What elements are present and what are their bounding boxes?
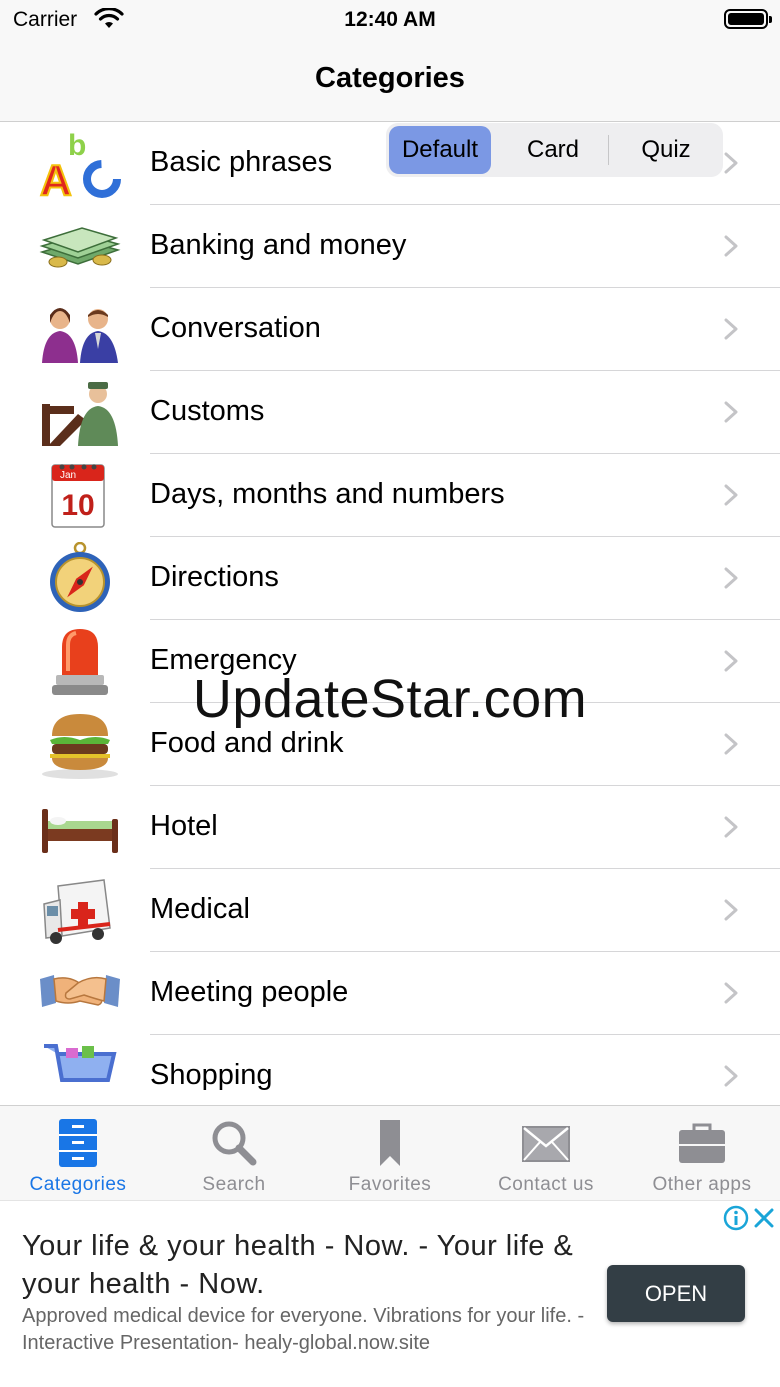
- category-row-food-and-drink[interactable]: Food and drink: [0, 703, 780, 786]
- category-label: Food and drink: [150, 727, 344, 759]
- chevron-right-icon: [724, 152, 738, 174]
- tab-other-apps[interactable]: Other apps: [624, 1106, 780, 1201]
- ad-banner[interactable]: Your life & your health - Now. - Your li…: [0, 1200, 780, 1387]
- tab-categories[interactable]: Categories: [0, 1106, 156, 1201]
- category-label: Days, months and numbers: [150, 478, 505, 510]
- tab-label: Contact us: [498, 1174, 594, 1195]
- tab-contact-us[interactable]: Contact us: [468, 1106, 624, 1201]
- category-label: Customs: [150, 395, 265, 427]
- chevron-right-icon: [724, 484, 738, 506]
- siren-light-icon: [52, 629, 108, 695]
- chevron-right-icon: [724, 1065, 738, 1087]
- status-time: 12:40 AM: [344, 8, 436, 31]
- chevron-right-icon: [724, 816, 738, 838]
- category-row-banking-and-money[interactable]: Banking and money: [0, 205, 780, 288]
- shopping-cart-icon: [44, 1044, 117, 1082]
- ad-info-icon[interactable]: [723, 1205, 749, 1231]
- category-row-conversation[interactable]: Conversation: [0, 288, 780, 371]
- category-label: Medical: [150, 893, 250, 925]
- tab-bar: Categories Search Favorites Contact us O…: [0, 1105, 780, 1200]
- category-row-meeting-people[interactable]: Meeting people: [0, 952, 780, 1035]
- category-row-hotel[interactable]: Hotel: [0, 786, 780, 869]
- category-label: Banking and money: [150, 229, 407, 261]
- chevron-right-icon: [724, 899, 738, 921]
- segment-divider: [608, 135, 609, 165]
- bed-icon: [42, 809, 118, 853]
- view-mode-segmented-control: Default Card Quiz: [386, 123, 723, 177]
- abc-letters-icon: b A: [39, 129, 121, 199]
- tab-label: Favorites: [348, 1174, 432, 1195]
- category-list[interactable]: b A Basic phrases Banking and money Conv…: [0, 122, 780, 1105]
- tab-label: Categories: [29, 1174, 127, 1195]
- customs-officer-icon: [42, 382, 118, 446]
- handshake-icon: [40, 975, 120, 1007]
- category-row-shopping[interactable]: Shopping: [0, 1035, 780, 1105]
- category-row-emergency[interactable]: Emergency: [0, 620, 780, 703]
- chevron-right-icon: [724, 982, 738, 1004]
- categories-icon: [59, 1119, 97, 1167]
- chevron-right-icon: [724, 567, 738, 589]
- page-title: Categories: [315, 62, 465, 94]
- tab-favorites[interactable]: Favorites: [312, 1106, 468, 1201]
- segment-card[interactable]: Card: [496, 126, 610, 174]
- chevron-right-icon: [724, 401, 738, 423]
- category-row-days-months-numbers[interactable]: Jan 10 Days, months and numbers: [0, 454, 780, 537]
- burger-icon: [42, 714, 118, 779]
- ad-description: Approved medical device for everyone. Vi…: [22, 1305, 585, 1354]
- briefcase-icon: [679, 1123, 725, 1163]
- svg-text:A: A: [40, 156, 72, 199]
- calendar-icon: Jan 10: [51, 464, 105, 528]
- tab-label: Search: [202, 1174, 266, 1195]
- ambulance-icon: [43, 879, 111, 944]
- category-label: Basic phrases: [150, 146, 333, 178]
- chevron-right-icon: [724, 235, 738, 257]
- category-label: Meeting people: [150, 976, 349, 1008]
- ad-title[interactable]: Your life & your health - Now. - Your li…: [22, 1227, 582, 1303]
- chevron-right-icon: [724, 733, 738, 755]
- category-row-directions[interactable]: Directions: [0, 537, 780, 620]
- category-label: Directions: [150, 561, 279, 593]
- bookmark-icon: [380, 1120, 400, 1166]
- envelope-icon: [522, 1126, 570, 1162]
- status-bar: Carrier 12:40 AM: [0, 0, 780, 40]
- category-row-medical[interactable]: Medical: [0, 869, 780, 952]
- category-row-customs[interactable]: Customs: [0, 371, 780, 454]
- calendar-month-text: Jan: [60, 470, 76, 481]
- category-label: Conversation: [150, 312, 321, 344]
- chevron-right-icon: [724, 650, 738, 672]
- segment-default[interactable]: Default: [389, 126, 491, 174]
- category-label: Emergency: [150, 644, 297, 676]
- navigation-bar: Categories: [0, 40, 780, 122]
- money-stack-icon: [39, 227, 121, 268]
- ad-close-icon[interactable]: [751, 1205, 777, 1231]
- tab-label: Other apps: [652, 1174, 752, 1195]
- category-label: Shopping: [150, 1059, 273, 1091]
- category-label: Hotel: [150, 810, 218, 842]
- battery-icon: [724, 9, 772, 29]
- chevron-right-icon: [724, 318, 738, 340]
- compass-icon: [50, 542, 110, 612]
- search-icon: [212, 1121, 257, 1166]
- calendar-day-text: 10: [61, 489, 94, 522]
- segment-quiz[interactable]: Quiz: [612, 126, 720, 174]
- tab-search[interactable]: Search: [156, 1106, 312, 1201]
- ad-open-button[interactable]: OPEN: [607, 1265, 745, 1322]
- people-talking-icon: [42, 308, 118, 363]
